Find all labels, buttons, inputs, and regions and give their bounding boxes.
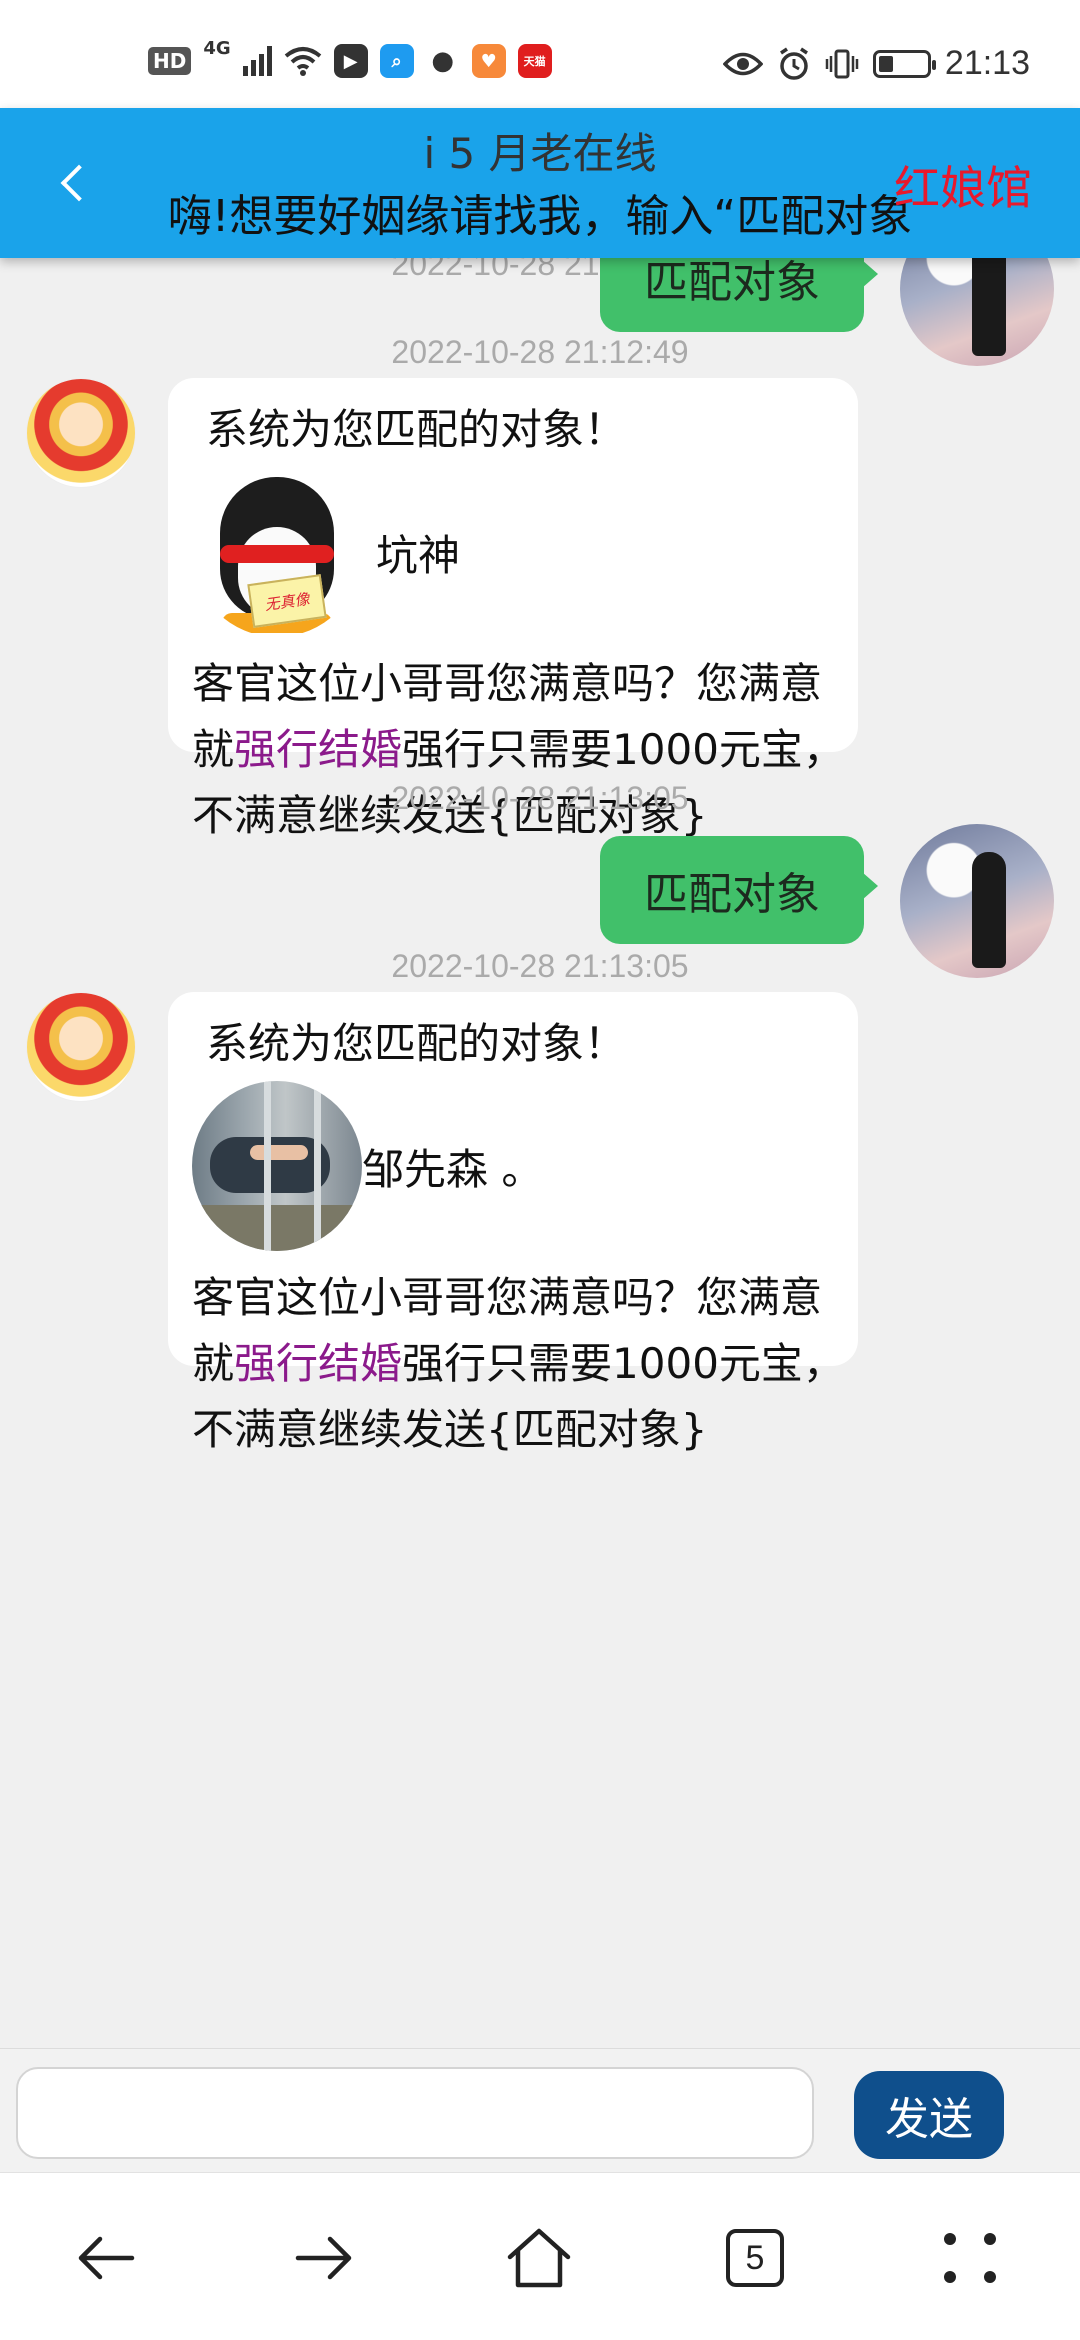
- vibrate-icon: [825, 49, 859, 78]
- message-timestamp: 2022-10-28 21:13:05: [391, 948, 689, 984]
- hd-indicator: HD: [148, 47, 192, 75]
- match-header-text: 系统为您匹配的对象！: [206, 405, 627, 454]
- nav-back-button[interactable]: [62, 2213, 152, 2303]
- match-avatar[interactable]: 无真像: [192, 467, 362, 637]
- clock-time: 21:13: [944, 44, 1030, 82]
- tab-count-badge: 5: [726, 2229, 784, 2287]
- network-type-label: 4G: [203, 38, 231, 59]
- match-profile[interactable]: 无真像 坑神: [192, 467, 834, 637]
- incoming-message-bubble: 系统为您匹配的对象！ 邹先森 。 客官这位小哥哥您满意吗？您满意就强行结婚强行只…: [168, 992, 858, 1454]
- force-marry-link[interactable]: 强行结婚: [234, 725, 402, 774]
- match-prompt-text: 客官这位小哥哥您满意吗？您满意就强行结婚强行只需要1000元宝，不满意继续发送{…: [192, 1265, 852, 1463]
- message-input-bar: 发送: [0, 2048, 1080, 2172]
- nav-forward-button[interactable]: [278, 2213, 368, 2303]
- bot-avatar[interactable]: [26, 992, 136, 1102]
- eye-icon: [722, 52, 763, 75]
- bot-avatar[interactable]: [26, 378, 136, 488]
- matchmaker-hall-link[interactable]: 红娘馆: [894, 152, 1032, 218]
- force-marry-link[interactable]: 强行结婚: [234, 1339, 402, 1388]
- arrow-right-icon: [295, 2236, 352, 2280]
- nav-tabs-button[interactable]: 5: [710, 2213, 800, 2303]
- match-profile[interactable]: 邹先森 。: [192, 1081, 834, 1251]
- status-icons-right: 21:13: [722, 44, 1030, 83]
- tmall-icon: 天猫: [517, 44, 552, 78]
- match-header-text: 系统为您匹配的对象！: [206, 1019, 627, 1068]
- app-heart-icon: ♥: [471, 44, 506, 78]
- message-timestamp: 2022-10-28 21:13:05: [391, 780, 689, 816]
- wechat-icon: ●: [425, 44, 460, 78]
- nav-menu-button[interactable]: [926, 2213, 1016, 2303]
- more-icon: [944, 2233, 998, 2283]
- browser-nav-bar: 5: [0, 2172, 1080, 2340]
- match-avatar[interactable]: [192, 1081, 362, 1251]
- outgoing-message-bubble[interactable]: 匹配对象: [600, 258, 878, 332]
- search-app-icon: ⌕: [379, 44, 414, 78]
- status-bar: HD 4G ▶ ⌕ ● ♥ 天猫 21:13: [0, 0, 1080, 108]
- outgoing-message-text: 匹配对象: [644, 869, 820, 920]
- match-name: 坑神: [376, 530, 461, 580]
- incoming-message-bubble: 系统为您匹配的对象！ 无真像 坑神 客官这位小哥哥您满意吗？您满意就强行结婚强行…: [168, 378, 858, 840]
- match-prompt-text: 客官这位小哥哥您满意吗？您满意就强行结婚强行只需要1000元宝，不满意继续发送{…: [192, 651, 852, 849]
- message-timestamp: 2022-10-28 21:12:49: [391, 334, 689, 370]
- message-input[interactable]: [16, 2067, 814, 2159]
- home-icon: [507, 2228, 571, 2288]
- app-notification-icon: ▶: [333, 44, 368, 78]
- outgoing-message-bubble[interactable]: 匹配对象: [600, 836, 878, 944]
- wifi-icon: [284, 47, 321, 76]
- status-icons-left: HD 4G ▶ ⌕ ● ♥ 天猫: [148, 38, 552, 78]
- send-button[interactable]: 发送: [854, 2071, 1004, 2159]
- alarm-icon: [779, 47, 808, 80]
- chat-header: i 5 月老在线 嗨!想要好姻缘请找我，输入“匹配对象 红娘馆: [0, 108, 1080, 258]
- nav-home-button[interactable]: [494, 2213, 584, 2303]
- match-name: 邹先森 。: [362, 1144, 544, 1194]
- outgoing-message-text: 匹配对象: [644, 258, 820, 308]
- chat-message-list[interactable]: 2022-10-28 21:12:49 匹配对象 2022-10-28 21:1…: [0, 258, 1080, 2048]
- arrow-left-icon: [78, 2236, 135, 2280]
- signal-icon: [242, 46, 272, 76]
- battery-icon: [872, 49, 936, 78]
